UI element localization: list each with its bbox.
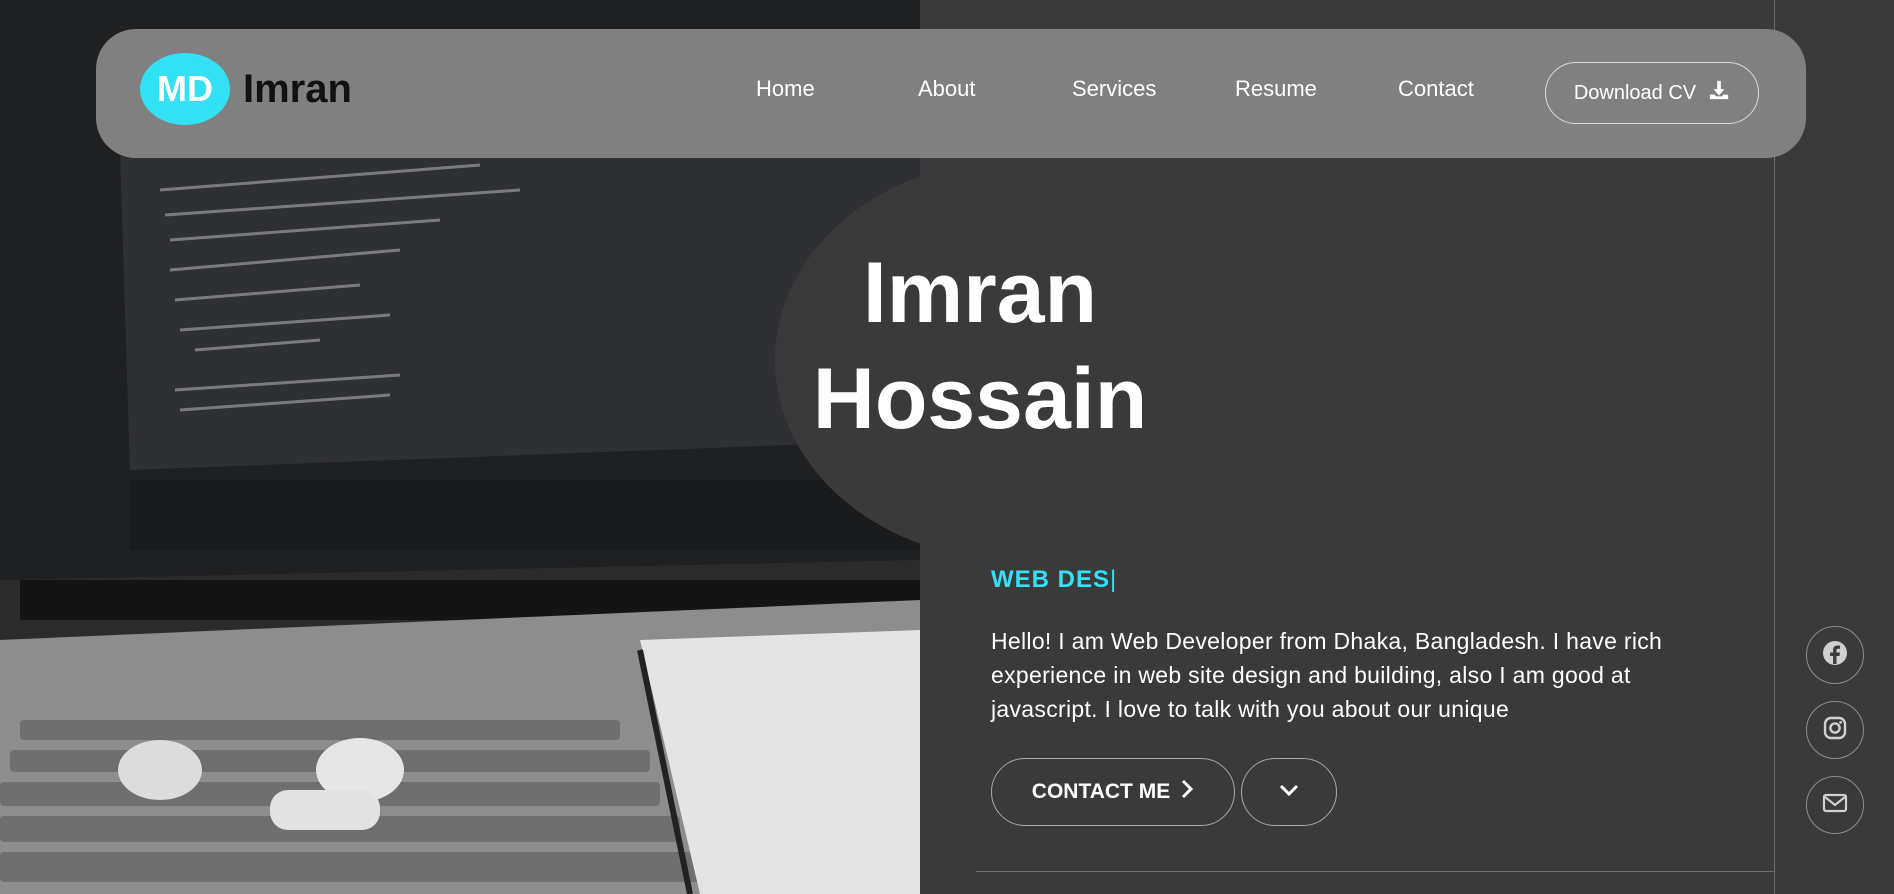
mail-button[interactable]: [1806, 776, 1864, 834]
instagram-button[interactable]: [1806, 701, 1864, 759]
nav-services[interactable]: Services: [1072, 76, 1156, 102]
intro-text: Hello! I am Web Developer from Dhaka, Ba…: [991, 628, 1663, 722]
nav-resume[interactable]: Resume: [1235, 76, 1317, 102]
typed-role-text: WEB DES: [991, 566, 1111, 593]
contact-me-label: CONTACT ME: [1031, 780, 1171, 803]
facebook-button[interactable]: [1806, 626, 1864, 684]
contact-me-button[interactable]: CONTACT ME: [991, 758, 1235, 826]
logo-badge: MD: [140, 53, 230, 125]
instagram-icon: [1823, 716, 1847, 745]
nav-home[interactable]: Home: [756, 76, 815, 102]
logo-name: Imran: [243, 66, 352, 111]
facebook-icon: [1822, 640, 1848, 671]
scroll-down-button[interactable]: [1241, 758, 1337, 826]
mail-icon: [1822, 793, 1848, 818]
nav-about[interactable]: About: [918, 76, 976, 102]
download-cv-label: Download CV: [1573, 81, 1697, 104]
download-icon: [1708, 79, 1730, 107]
chevron-down-icon: [1279, 783, 1299, 802]
nav-contact[interactable]: Contact: [1398, 76, 1474, 102]
hero-title-line2: Hossain: [812, 351, 1148, 447]
hero-title: Imran Hossain: [780, 240, 1180, 452]
download-cv-button[interactable]: Download CV: [1545, 62, 1759, 124]
typed-caret: |: [1110, 566, 1118, 593]
typed-role: WEB DES|: [991, 566, 1117, 594]
navbar: MD Imran Home About Services Resume Cont…: [96, 29, 1806, 158]
chevron-right-icon: [1180, 779, 1194, 805]
hero-title-line1: Imran: [862, 245, 1098, 341]
divider-horizontal: [976, 871, 1774, 872]
logo[interactable]: MD Imran: [140, 53, 352, 125]
